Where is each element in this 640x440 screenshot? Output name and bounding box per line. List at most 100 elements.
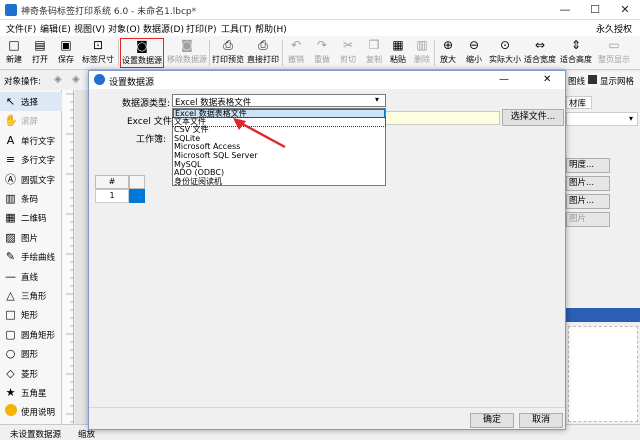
menu-item[interactable]: 帮助(H) [255,22,287,35]
toolbar-separator [434,40,435,66]
tool-image[interactable]: ▨ 图片 [0,228,62,247]
layer-down-icon[interactable]: ◈ [72,74,80,85]
property-dropdown[interactable]: ▾ [566,112,638,126]
tool-triangle[interactable]: △ 三角形 [0,286,62,305]
cut-button[interactable]: ✂ 剪切 [336,38,360,68]
dropdown-option[interactable]: Microsoft SQL Server [173,151,385,161]
triangle-icon: △ [6,289,15,302]
choose-file-button[interactable]: 选择文件... [502,109,564,126]
ok-button[interactable]: 确定 [470,413,514,428]
dialog-close-button[interactable]: ✕ [543,74,551,85]
resize-grip-icon[interactable]: ⋰ [557,423,564,431]
cut-icon: ✂ [342,38,354,52]
toolbar-separator [209,40,210,66]
snap-line-label[interactable]: 图线 [568,75,585,87]
print-preview-label: 打印预览 [212,55,244,64]
tool-rectangle[interactable]: □ 矩形 [0,305,62,324]
menu-item[interactable]: 打印(P) [186,22,216,35]
grid-icon [588,75,597,84]
transparency-button[interactable]: 明度... [566,158,610,173]
actual-size-icon: ⊙ [499,38,511,52]
material-tab[interactable]: 材库 [566,96,592,109]
undo-button[interactable]: ↶ 撤销 [284,38,308,68]
tool-diamond-label: 菱形 [21,369,39,380]
remove-datasource-button[interactable]: ◙ 移除数据源 [166,38,208,68]
maximize-button[interactable]: ☐ [580,0,610,20]
label-size-button[interactable]: ⊡ 标签尺寸 [80,38,116,68]
menu-item[interactable]: 编辑(E) [40,22,71,35]
tool-rectangle-label: 矩形 [21,311,39,322]
menu-item[interactable]: 对象(O) [108,22,140,35]
save-icon: ▣ [60,38,72,52]
remove-datasource-label: 移除数据源 [167,55,207,64]
datasource-type-select[interactable]: Excel 数据表格文件 ▾ [172,94,386,108]
actual-size-button[interactable]: ⊙ 实际大小 [488,38,522,68]
delete-button[interactable]: ▥ 删除 [410,38,434,68]
tool-arc-text[interactable]: Ⓐ 圆弧文字 [0,170,62,189]
copy-button[interactable]: ❐ 复制 [362,38,386,68]
fit-width-icon: ⇔ [534,38,546,52]
tool-single-text[interactable]: A 单行文字 [0,131,62,150]
tool-scroll[interactable]: ✋ 滚屏 [0,111,62,130]
menu-item[interactable]: 数据源(D) [143,22,184,35]
tool-circle[interactable]: ○ 圆形 [0,344,62,363]
tool-qrcode-label: 二维码 [21,214,47,225]
tool-panel: ↖ 选择 ✋ 滚屏 A 单行文字 ≡ 多行文字 Ⓐ 圆弧文字 ▥ 条码 ▦ 二维码 ▨ 图片 ✎ 手绘曲线 — 直线 △… [0,90,62,424]
line-icon: — [5,269,16,283]
undo-icon: ↶ [290,38,302,52]
help-item[interactable]: 使用说明 [0,402,62,420]
rectangle-icon: □ [5,308,16,322]
barcode-icon: ▥ [5,192,16,205]
datasource-type-label: 数据源类型: [122,99,171,109]
paste-button[interactable]: ▦ 粘贴 [386,38,410,68]
dialog-divider [89,407,565,408]
tool-star[interactable]: ★ 五角星 [0,383,62,402]
set-datasource-button[interactable]: ◙ 设置数据源 [120,38,164,68]
close-button[interactable]: ✕ [610,0,640,20]
tool-line[interactable]: — 直线 [0,267,62,286]
redo-button[interactable]: ↷ 重做 [310,38,334,68]
fit-height-button[interactable]: ⇕ 适合高度 [559,38,593,68]
paste-label: 粘贴 [390,55,406,64]
print-preview-button[interactable]: ⎙ 打印预览 [211,38,245,68]
choose-image-button[interactable]: 图片... [566,176,610,191]
grid-toggle-bar: 图线 显示网格 [566,72,640,88]
new-button[interactable]: □ 新建 [2,38,26,68]
menu-item[interactable]: 视图(V) [74,22,105,35]
dialog-minimize-button[interactable]: — [499,74,509,85]
tool-multi-text[interactable]: ≡ 多行文字 [0,150,62,169]
grid-selected-cell[interactable] [129,189,145,203]
save-button[interactable]: ▣ 保存 [54,38,78,68]
dropdown-option[interactable]: 身份证阅读机 [173,177,385,187]
choose-image-button-2[interactable]: 图片... [566,194,610,209]
layer-icon[interactable]: ◈ [54,74,62,85]
zoom-out-label: 缩小 [466,55,482,64]
full-page-button[interactable]: ▭ 整页显示 [596,38,632,68]
tool-barcode[interactable]: ▥ 条码 [0,189,62,208]
arc-text-icon: Ⓐ [5,172,16,186]
zoom-in-icon: ⊕ [442,38,454,52]
menu-item[interactable]: 工具(T) [221,22,252,35]
tool-image-label: 图片 [21,233,39,244]
label-size-icon: ⊡ [92,38,104,52]
star-icon: ★ [5,386,16,399]
redo-label: 重做 [314,55,330,64]
fit-width-button[interactable]: ⇔ 适合宽度 [523,38,557,68]
tool-qrcode[interactable]: ▦ 二维码 [0,208,62,227]
tool-select[interactable]: ↖ 选择 [0,92,62,111]
help-label: 使用说明 [21,408,56,418]
tool-round-rect[interactable]: ▢ 圆角矩形 [0,325,62,344]
tool-diamond[interactable]: ◇ 菱形 [0,364,62,383]
zoom-in-button[interactable]: ⊕ 放大 [436,38,460,68]
tool-freehand[interactable]: ✎ 手绘曲线 [0,247,62,266]
dialog-app-icon [94,74,105,85]
minimize-button[interactable]: — [550,0,580,20]
menu-item[interactable]: 文件(F) [6,22,36,35]
direct-print-button[interactable]: ⎙ 直接打印 [246,38,280,68]
datasource-dialog: 设置数据源 — ✕ 数据源类型: Excel 数据表格文件 ▾ Excel 文件… [88,70,566,431]
open-button[interactable]: ▤ 打开 [28,38,52,68]
freehand-icon: ✎ [5,250,16,264]
zoom-out-button[interactable]: ⊖ 缩小 [462,38,486,68]
show-grid-toggle[interactable]: 显示网格 [600,75,634,87]
dialog-title-bar: 设置数据源 — ✕ [89,71,565,89]
